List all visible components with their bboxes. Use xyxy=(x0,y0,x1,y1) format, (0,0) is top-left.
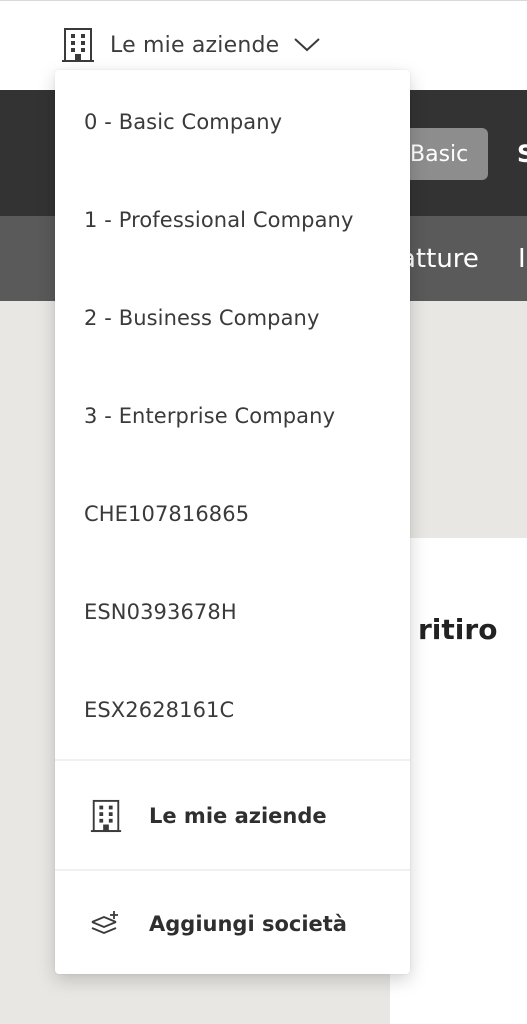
add-company-button[interactable]: Aggiungi società xyxy=(55,871,410,974)
company-item[interactable]: 3 - Enterprise Company xyxy=(55,367,410,465)
company-item[interactable]: ESX2628161C xyxy=(55,661,410,759)
company-selector[interactable]: Le mie aziende xyxy=(60,23,321,67)
nav-item-invoices[interactable]: atture xyxy=(400,216,479,301)
company-item[interactable]: 0 - Basic Company xyxy=(55,73,410,171)
company-item[interactable]: ESN0393678H xyxy=(55,563,410,661)
add-company-label: Aggiungi società xyxy=(149,912,347,936)
company-item[interactable]: 1 - Professional Company xyxy=(55,171,410,269)
card-title: ritiro xyxy=(418,613,498,646)
company-item[interactable]: 2 - Business Company xyxy=(55,269,410,367)
company-selector-label: Le mie aziende xyxy=(110,32,280,58)
building-icon xyxy=(60,26,96,64)
my-companies-label: Le mie aziende xyxy=(149,804,327,828)
chevron-down-icon xyxy=(293,37,321,53)
divider xyxy=(55,759,410,761)
page: Le mie aziende Basic S atture I ritiro 0… xyxy=(0,0,527,1024)
nav-item-next[interactable]: I xyxy=(518,216,526,301)
building-icon xyxy=(89,797,123,835)
add-layers-icon xyxy=(89,909,123,939)
header-glyph: S xyxy=(517,140,527,168)
my-companies-button[interactable]: Le mie aziende xyxy=(55,763,410,869)
company-item[interactable]: CHE107816865 xyxy=(55,465,410,563)
content-card: ritiro xyxy=(390,538,527,1024)
company-dropdown: 0 - Basic Company 1 - Professional Compa… xyxy=(55,70,410,974)
